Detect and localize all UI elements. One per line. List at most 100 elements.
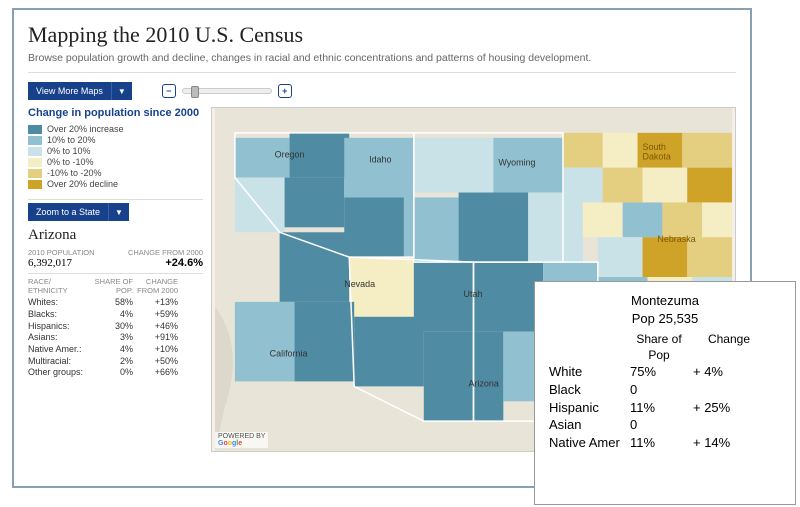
tooltip-change-value: + 14% — [679, 434, 764, 452]
ethnicity-table: Whites:58%+13%Blacks:4%+59%Hispanics:30%… — [28, 297, 203, 379]
view-more-maps-button[interactable]: View More Maps — [28, 82, 112, 100]
zoom-to-state-button[interactable]: Zoom to a State — [28, 203, 109, 221]
legend-item: 10% to 20% — [28, 135, 203, 145]
sidebar: Change in population since 2000 Over 20%… — [28, 107, 203, 452]
legend-item: 0% to 10% — [28, 146, 203, 156]
tooltip-share-value: 0 — [624, 416, 679, 434]
tooltip-race-label: Hispanic — [549, 399, 624, 417]
ethnicity-share: 30% — [88, 321, 133, 333]
map-label-wyoming: Wyoming — [498, 158, 535, 168]
ethnicity-row: Other groups:0%+66% — [28, 367, 203, 379]
zoom-out-icon[interactable]: − — [162, 84, 176, 98]
divider — [28, 273, 203, 274]
tooltip-race-label: Native Amer — [549, 434, 624, 452]
divider — [28, 199, 203, 200]
ethnicity-change: +46% — [133, 321, 178, 333]
map-label-idaho: Idaho — [369, 155, 391, 165]
legend-swatch — [28, 169, 42, 178]
view-more-maps-label: View More Maps — [36, 86, 103, 96]
map-label-south-dakota: South — [643, 142, 666, 152]
ethnicity-row: Asians:3%+91% — [28, 332, 203, 344]
ethnicity-label: Whites: — [28, 297, 88, 309]
ethnicity-change: +91% — [133, 332, 178, 344]
tooltip-pop-value: 25,535 — [659, 311, 699, 326]
legend-item: 0% to -10% — [28, 157, 203, 167]
tooltip-change-value — [679, 381, 764, 399]
legend-item: -10% to -20% — [28, 168, 203, 178]
tooltip-row: Black0 — [549, 381, 781, 399]
legend-label: Over 20% increase — [47, 124, 124, 134]
tooltip-change-value: + 25% — [679, 399, 764, 417]
ethnicity-change: +59% — [133, 309, 178, 321]
tooltip-county-name: Montezuma — [549, 292, 781, 310]
ethnicity-label: Asians: — [28, 332, 88, 344]
attribution-prefix: POWERED BY — [218, 433, 265, 440]
ethnicity-share: 58% — [88, 297, 133, 309]
legend-swatch — [28, 180, 42, 189]
tooltip-race-label: Asian — [549, 416, 624, 434]
legend-item: Over 20% decline — [28, 179, 203, 189]
ethnicity-change: +66% — [133, 367, 178, 379]
change-header: CHANGE FROM 2000 — [128, 248, 203, 257]
tooltip-change-value — [679, 416, 764, 434]
legend-label: 0% to -10% — [47, 157, 94, 167]
tooltip-col-share: Share of Pop — [624, 331, 694, 363]
tooltip-share-value: 11% — [624, 434, 679, 452]
toolbar: View More Maps ▼ − + — [28, 81, 736, 101]
state-population-value: 6,392,017 — [28, 257, 72, 269]
ethnicity-change: +50% — [133, 356, 178, 368]
ethnicity-row: Native Amer.:4%+10% — [28, 344, 203, 356]
map-label-south-dakota2: Dakota — [643, 152, 671, 162]
legend-label: 0% to 10% — [47, 146, 91, 156]
tooltip-pop-label: Pop — [632, 311, 655, 326]
map-label-arizona: Arizona — [469, 378, 499, 388]
tooltip-share-value: 11% — [624, 399, 679, 417]
ethnicity-label: Blacks: — [28, 309, 88, 321]
ethnicity-share: 2% — [88, 356, 133, 368]
tooltip-race-label: White — [549, 363, 624, 381]
map-attribution: POWERED BY Google — [215, 432, 268, 448]
zoom-state-control: Zoom to a State ▼ — [28, 203, 203, 221]
zoom-slider-thumb[interactable] — [191, 86, 199, 98]
ethnicity-label: Hispanics: — [28, 321, 88, 333]
ethnicity-row: Whites:58%+13% — [28, 297, 203, 309]
ethnicity-share: 3% — [88, 332, 133, 344]
eth-col-share: SHARE OF POP. — [88, 277, 133, 295]
zoom-to-state-label: Zoom to a State — [36, 207, 100, 217]
state-change-value: +24.6% — [165, 257, 203, 269]
ethnicity-change: +10% — [133, 344, 178, 356]
map-label-oregon: Oregon — [275, 150, 305, 160]
map-label-nebraska: Nebraska — [657, 234, 695, 244]
tooltip-race-label: Black — [549, 381, 624, 399]
ethnicity-row: Hispanics:30%+46% — [28, 321, 203, 333]
tooltip-row: White75%+ 4% — [549, 363, 781, 381]
tooltip-row: Hispanic11%+ 25% — [549, 399, 781, 417]
zoom-in-icon[interactable]: + — [278, 84, 292, 98]
eth-col-race: RACE/ ETHNICITY — [28, 277, 88, 295]
tooltip-row: Native Amer11%+ 14% — [549, 434, 781, 452]
legend-swatch — [28, 147, 42, 156]
map-label-california: California — [270, 349, 308, 359]
tooltip-row: Asian0 — [549, 416, 781, 434]
pop-header: 2010 POPULATION — [28, 248, 95, 257]
tooltip-change-value: + 4% — [679, 363, 764, 381]
view-more-maps-dropdown-icon[interactable]: ▼ — [112, 82, 132, 100]
legend-swatch — [28, 158, 42, 167]
tooltip-col-change: Change — [694, 331, 764, 363]
legend-label: 10% to 20% — [47, 135, 96, 145]
divider — [28, 72, 736, 73]
legend-swatch — [28, 125, 42, 134]
zoom-controls: − + — [162, 84, 292, 98]
ethnicity-share: 0% — [88, 367, 133, 379]
eth-col-change: CHANGE FROM 2000 — [133, 277, 178, 295]
ethnicity-share: 4% — [88, 309, 133, 321]
map-label-nevada: Nevada — [344, 279, 375, 289]
tooltip-rows: White75%+ 4%Black0Hispanic11%+ 25%Asian0… — [549, 363, 781, 451]
zoom-to-state-dropdown-icon[interactable]: ▼ — [109, 203, 129, 221]
legend-label: -10% to -20% — [47, 168, 102, 178]
legend-swatch — [28, 136, 42, 145]
zoom-slider[interactable] — [182, 88, 272, 94]
tooltip-share-value: 75% — [624, 363, 679, 381]
map-label-utah: Utah — [464, 289, 483, 299]
ethnicity-label: Native Amer.: — [28, 344, 88, 356]
